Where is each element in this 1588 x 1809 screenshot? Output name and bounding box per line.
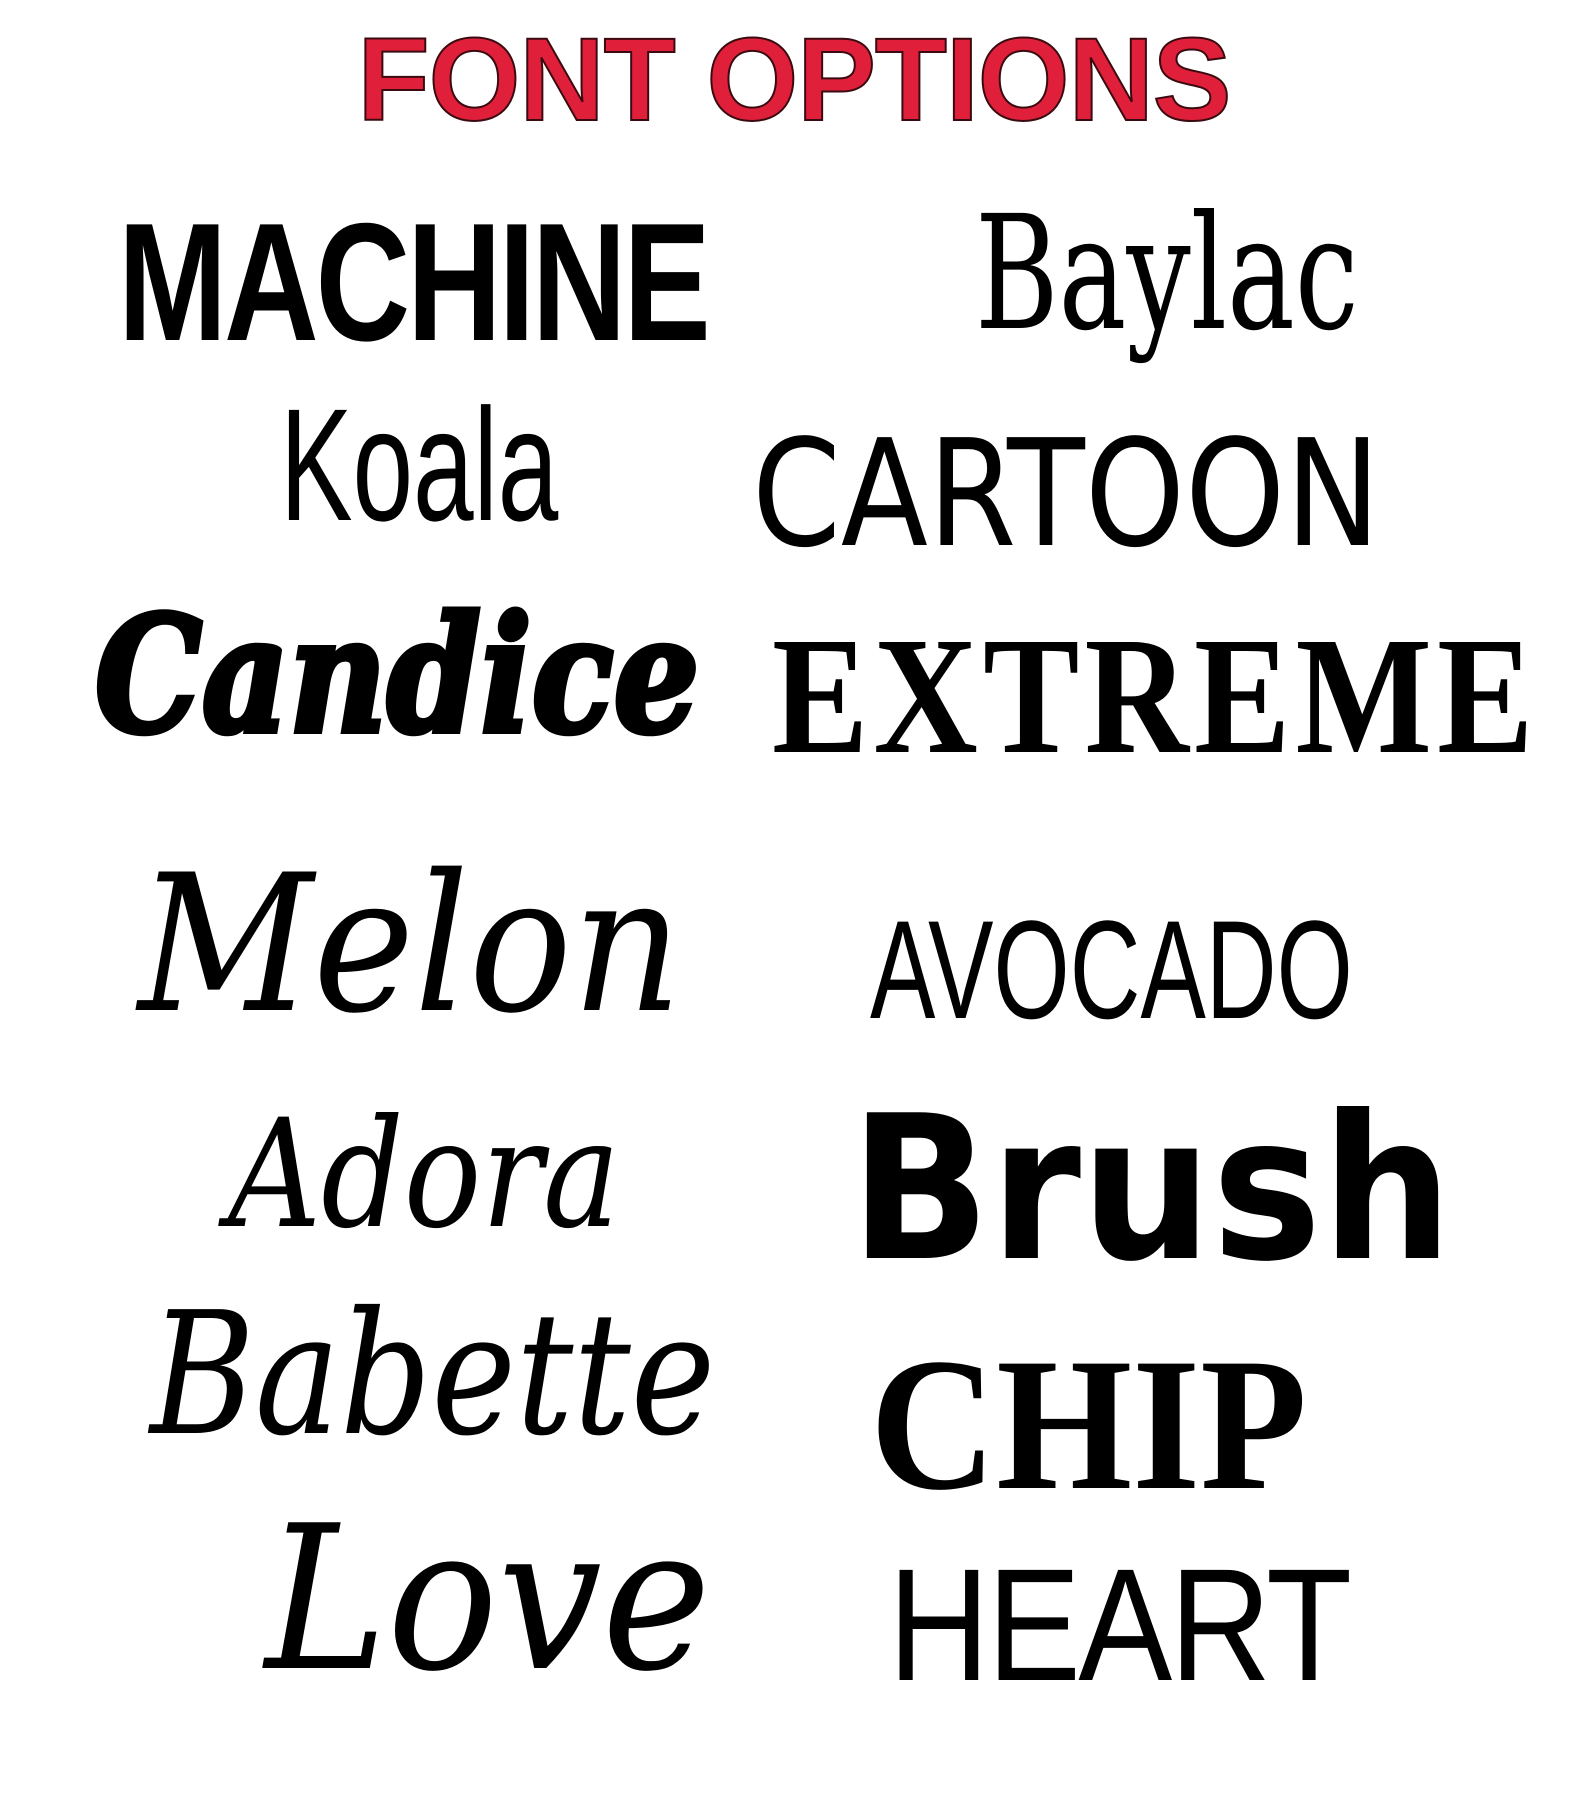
font-sample-extreme: EXTREME <box>772 603 1539 789</box>
font-sample-brush: Brush <box>850 1073 1453 1306</box>
font-sample-baylac: Baylac <box>975 182 1359 366</box>
font-sample-machine: MACHINE <box>118 188 711 376</box>
font-sample-koala: Koala <box>280 375 559 554</box>
font-sample-heart: HEART <box>888 1535 1352 1714</box>
font-sample-avocado: AVOCADO <box>870 891 1353 1048</box>
font-sample-love: Love <box>265 1483 711 1716</box>
font-sample-chip: CHIP <box>870 1320 1307 1530</box>
font-sample-adora: Adora <box>228 1088 620 1262</box>
font-sample-babette: Babette <box>150 1276 716 1474</box>
page-title: FONT OPTIONS <box>357 14 1233 146</box>
font-sample-candice: Candice <box>92 581 701 769</box>
font-sample-cartoon: CARTOON <box>752 408 1381 580</box>
font-sample-melon: Melon <box>138 834 683 1055</box>
